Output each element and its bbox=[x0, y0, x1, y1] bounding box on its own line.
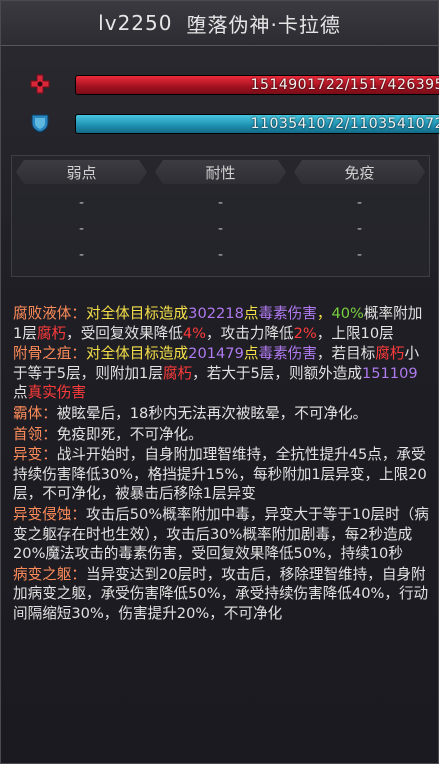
skill-description: 异变侵蚀：攻击后50%概率附加中毒，异变大于等于10层时（病变之躯存在时也生效）… bbox=[13, 505, 431, 564]
hp-value: 1514901722/1517426395 bbox=[250, 77, 439, 93]
table-cell: - bbox=[356, 247, 363, 263]
immunity-column: - - - bbox=[290, 190, 429, 268]
skill-text-segment: 2% bbox=[293, 324, 317, 342]
title-bar: lv2250 堕落伪神·卡拉德 bbox=[1, 1, 438, 46]
skill-text-segment: ，上限10层 bbox=[316, 324, 394, 342]
enemy-level: lv2250 bbox=[98, 11, 173, 35]
skill-description: 首领：免疫即死，不可净化。 bbox=[13, 425, 431, 445]
enemy-name: 堕落伪神·卡拉德 bbox=[186, 12, 341, 37]
skill-text-segment: 腐朽 bbox=[375, 345, 405, 363]
shield-row: 1103541072/1103541072 bbox=[29, 112, 439, 134]
header-resistance: 耐性 bbox=[155, 160, 286, 184]
table-cell: - bbox=[78, 195, 85, 211]
resistance-headers: 弱点 耐性 免疫 bbox=[12, 160, 429, 186]
skill-text-segment: ， bbox=[316, 305, 332, 322]
skill-text-segment: 4% bbox=[182, 324, 207, 342]
skill-name: 首领： bbox=[13, 425, 57, 443]
skill-text-segment: 151109 bbox=[361, 364, 418, 382]
resistance-column: - - - bbox=[151, 190, 290, 268]
skill-text-segment: 201479 bbox=[188, 345, 244, 363]
table-cell: - bbox=[356, 195, 363, 211]
resistance-values: - - - - - - - - - bbox=[12, 190, 429, 268]
skill-text-segment: ，若目标 bbox=[316, 345, 376, 363]
header-immunity: 免疫 bbox=[294, 160, 425, 184]
table-cell: - bbox=[217, 247, 224, 263]
skill-text-segment: 真实伤害 bbox=[27, 384, 86, 402]
skill-text-segment: 免疫即死，不可净化。 bbox=[56, 425, 203, 443]
skill-text-segment: ，若大于5层，则额外造成 bbox=[192, 364, 362, 382]
skill-description: 附骨之疽：对全体目标造成201479点毒素伤害，若目标腐朽小于等于5层，则附加1… bbox=[13, 344, 431, 403]
skill-text-segment: 对全体目标造成 bbox=[85, 305, 189, 322]
resistance-table: 弱点 耐性 免疫 - - - - - - - - - bbox=[11, 155, 430, 277]
skill-text-segment: 点 bbox=[13, 384, 28, 402]
table-cell: - bbox=[78, 221, 85, 237]
header-weakness: 弱点 bbox=[16, 160, 147, 184]
table-cell: - bbox=[78, 247, 85, 263]
shield-icon bbox=[29, 112, 51, 134]
skill-text-segment: ，攻击力降低 bbox=[206, 324, 294, 342]
skill-text-segment: 腐朽 bbox=[162, 364, 193, 382]
skill-name: 病变之躯： bbox=[13, 565, 86, 583]
skill-name: 异变侵蚀： bbox=[13, 505, 86, 523]
skill-name: 附骨之疽： bbox=[13, 345, 86, 363]
table-cell: - bbox=[217, 221, 224, 237]
skill-description-list: 腐败液体：对全体目标造成302218点毒素伤害，40%概率附加1层腐朽，受回复效… bbox=[13, 304, 431, 625]
skill-text-segment: 40% bbox=[331, 305, 364, 322]
hp-bar: 1514901722/1517426395 bbox=[75, 75, 439, 95]
skill-name: 腐败液体： bbox=[13, 305, 86, 322]
hp-row: 1514901722/1517426395 bbox=[29, 73, 439, 95]
skill-text-segment: 点 bbox=[243, 345, 259, 363]
skill-description: 腐败液体：对全体目标造成302218点毒素伤害，40%概率附加1层腐朽，受回复效… bbox=[13, 304, 431, 343]
skill-text-segment: 毒素伤害 bbox=[258, 345, 317, 363]
table-cell: - bbox=[356, 221, 363, 237]
skill-text-segment: 战斗开始时，自身附加理智维持，全抗性提升45点，承受持续伤害降低30%，格挡提升… bbox=[13, 446, 427, 503]
skill-text-segment: ，受回复效果降低 bbox=[66, 324, 183, 342]
skill-text-segment: 点 bbox=[243, 305, 259, 322]
health-cross-icon bbox=[29, 73, 51, 95]
skill-text-segment: 被眩晕后，18秒内无法再次被眩晕，不可净化。 bbox=[56, 404, 368, 422]
table-cell: - bbox=[217, 195, 224, 211]
enemy-info-panel: lv2250 堕落伪神·卡拉德 1514901722/1517426395 11… bbox=[0, 0, 439, 764]
skill-text-segment: 对全体目标造成 bbox=[85, 345, 189, 363]
skill-text-segment: 腐朽 bbox=[36, 324, 67, 342]
shield-bar: 1103541072/1103541072 bbox=[75, 114, 439, 134]
skill-text-segment: 302218 bbox=[188, 305, 244, 322]
skill-name: 霸体： bbox=[13, 404, 57, 422]
skill-description: 异变：战斗开始时，自身附加理智维持，全抗性提升45点，承受持续伤害降低30%，格… bbox=[13, 445, 431, 504]
shield-value: 1103541072/1103541072 bbox=[250, 116, 439, 132]
skill-description: 霸体：被眩晕后，18秒内无法再次被眩晕，不可净化。 bbox=[13, 404, 431, 424]
skill-text-segment: 毒素伤害 bbox=[258, 305, 317, 322]
skill-description: 病变之躯：当异变达到20层时，攻击后，移除理智维持，自身附加病变之躯，承受伤害降… bbox=[13, 565, 431, 624]
skill-name: 异变： bbox=[13, 446, 57, 464]
weakness-column: - - - bbox=[12, 190, 151, 268]
